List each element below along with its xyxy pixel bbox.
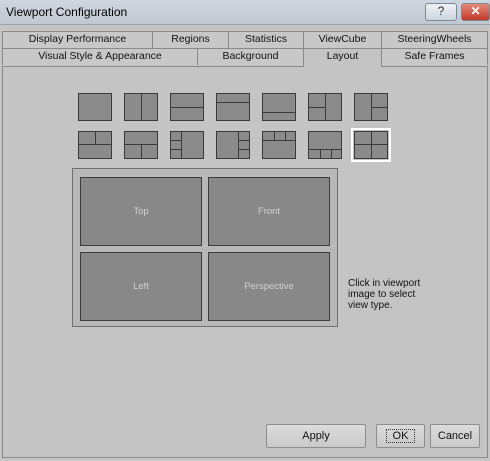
tab-regions[interactable]: Regions xyxy=(152,31,229,48)
tab-label: Visual Style & Appearance xyxy=(38,50,162,62)
tab-label: SteeringWheels xyxy=(397,33,472,45)
viewport-left[interactable]: Left xyxy=(80,252,202,321)
tab-row-1: Display Performance Regions Statistics V… xyxy=(2,31,488,48)
layout-top-strip-icon[interactable] xyxy=(216,93,250,121)
layout-three-left-icon[interactable] xyxy=(308,93,342,121)
layout-bottom-strip-icon[interactable] xyxy=(262,93,296,121)
tab-visual-style-appearance[interactable]: Visual Style & Appearance xyxy=(2,48,198,65)
viewport-top[interactable]: Top xyxy=(80,177,202,246)
tab-statistics[interactable]: Statistics xyxy=(228,31,304,48)
cancel-label: Cancel xyxy=(437,430,473,442)
layout-four-grid-icon[interactable] xyxy=(351,128,391,162)
viewport-label: Left xyxy=(133,281,149,292)
layout-three-bottom-icon[interactable] xyxy=(124,131,158,159)
tab-label: Layout xyxy=(326,50,359,62)
tab-label: Regions xyxy=(171,33,210,45)
hint-text: Click in viewport image to select view t… xyxy=(348,278,421,311)
tab-steeringwheels[interactable]: SteeringWheels xyxy=(381,31,488,48)
title-bar: Viewport Configuration ? ✕ xyxy=(0,0,490,25)
viewport-perspective[interactable]: Perspective xyxy=(208,252,330,321)
viewport-label: Perspective xyxy=(244,281,294,292)
apply-button[interactable]: Apply xyxy=(266,424,366,448)
tab-viewcube[interactable]: ViewCube xyxy=(303,31,382,48)
layout-two-vertical-icon[interactable] xyxy=(124,93,158,121)
tab-row-2: Visual Style & Appearance Background Lay… xyxy=(2,48,488,67)
help-button[interactable]: ? xyxy=(425,3,457,21)
tab-label: Background xyxy=(222,50,279,62)
layout-three-top-icon[interactable] xyxy=(78,131,112,159)
viewport-preview: Top Front Left Perspective xyxy=(72,168,338,327)
tab-label: Statistics xyxy=(244,33,287,45)
viewport-front[interactable]: Front xyxy=(208,177,330,246)
apply-label: Apply xyxy=(302,430,330,442)
layout-three-right-icon[interactable] xyxy=(354,93,388,121)
layout-single-icon[interactable] xyxy=(78,93,112,121)
window-title: Viewport Configuration xyxy=(6,5,128,19)
tab-label: Display Performance xyxy=(28,33,127,45)
close-icon: ✕ xyxy=(470,4,481,18)
close-button[interactable]: ✕ xyxy=(461,3,490,21)
tab-label: Safe Frames xyxy=(404,50,465,62)
tab-safe-frames[interactable]: Safe Frames xyxy=(381,48,488,65)
layout-three-bottom-strip-icon[interactable] xyxy=(308,131,342,159)
layout-three-right-stack-icon[interactable] xyxy=(216,131,250,159)
ok-label: OK xyxy=(385,429,416,443)
layout-three-left-stack-icon[interactable] xyxy=(170,131,204,159)
tab-label: ViewCube xyxy=(318,33,367,45)
tab-background[interactable]: Background xyxy=(197,48,304,65)
tab-display-performance[interactable]: Display Performance xyxy=(2,31,153,48)
cancel-button[interactable]: Cancel xyxy=(430,424,480,448)
viewport-label: Top xyxy=(133,206,149,217)
ok-button[interactable]: OK xyxy=(376,424,425,448)
layout-three-top-strip-icon[interactable] xyxy=(262,131,296,159)
help-icon: ? xyxy=(437,4,445,18)
layout-two-horizontal-icon[interactable] xyxy=(170,93,204,121)
tab-layout[interactable]: Layout xyxy=(303,48,382,67)
viewport-label: Front xyxy=(257,206,281,217)
